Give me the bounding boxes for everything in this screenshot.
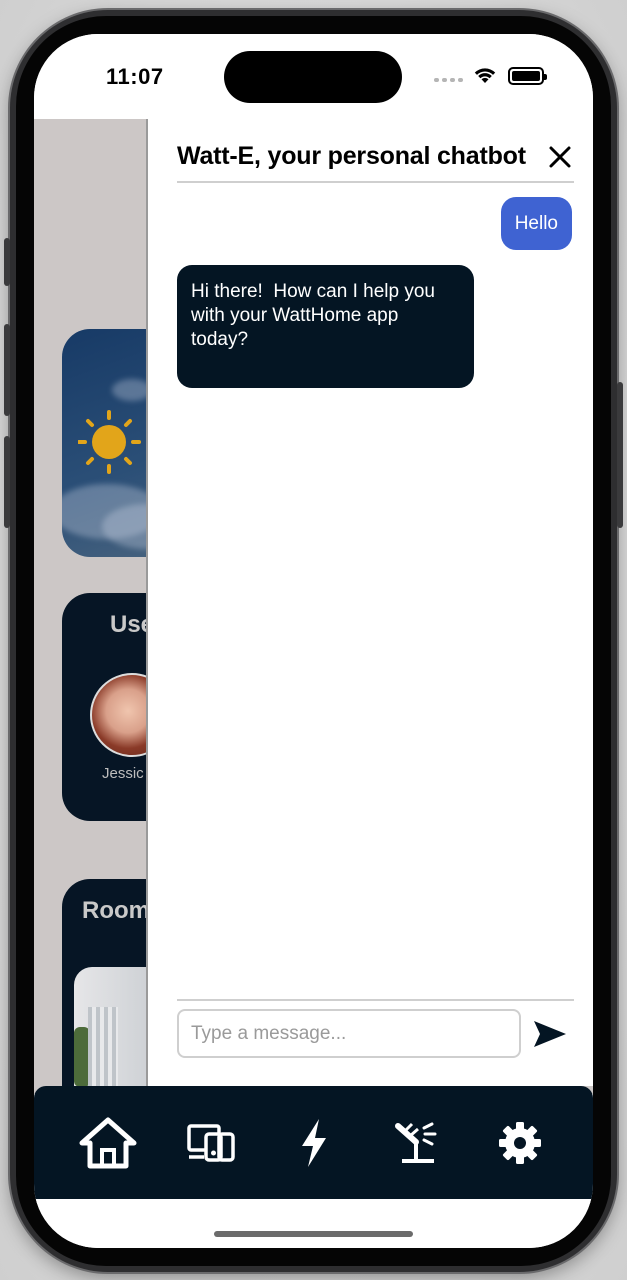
volume-up-button — [4, 324, 10, 416]
home-icon — [79, 1117, 136, 1168]
power-button — [617, 382, 623, 528]
volume-down-button — [4, 436, 10, 528]
user-message-bubble: Hello — [500, 197, 572, 250]
message-input[interactable] — [177, 1009, 521, 1058]
rooms-title: Room — [82, 897, 150, 924]
gear-icon — [498, 1121, 541, 1164]
action-button — [4, 238, 10, 286]
chatbot-panel: Watt-E, your personal chatbot Hello Hi t… — [146, 119, 593, 1086]
screen: 11:07 Use Jessic Room Watt-E, your perso… — [34, 34, 593, 1248]
bot-message-bubble: Hi there! How can I help you with your W… — [177, 265, 474, 388]
home-indicator-area — [34, 1199, 593, 1248]
tab-bar — [34, 1086, 593, 1199]
tab-solar[interactable] — [385, 1111, 449, 1175]
tab-home[interactable] — [76, 1111, 140, 1175]
tab-settings[interactable] — [488, 1111, 552, 1175]
status-time: 11:07 — [106, 64, 164, 89]
energy-icon — [301, 1118, 326, 1167]
composer-divider — [177, 999, 574, 1001]
cellular-signal-icon — [434, 78, 463, 82]
battery-icon — [508, 67, 547, 85]
devices-icon — [186, 1123, 235, 1162]
send-icon[interactable] — [532, 1019, 568, 1049]
page: 11:07 Use Jessic Room Watt-E, your perso… — [0, 0, 627, 1280]
chat-title: Watt-E, your personal chatbot — [177, 142, 526, 170]
home-indicator[interactable] — [214, 1231, 413, 1237]
user-name: Jessic — [102, 765, 144, 782]
chat-header: Watt-E, your personal chatbot — [177, 119, 574, 183]
tab-energy[interactable] — [282, 1111, 346, 1175]
close-icon[interactable] — [548, 145, 572, 169]
wifi-icon — [474, 68, 496, 83]
sun-icon — [78, 410, 141, 474]
tab-devices[interactable] — [179, 1111, 243, 1175]
dynamic-island — [224, 51, 402, 103]
solar-panel-icon — [394, 1122, 436, 1163]
status-bar: 11:07 — [34, 34, 593, 119]
